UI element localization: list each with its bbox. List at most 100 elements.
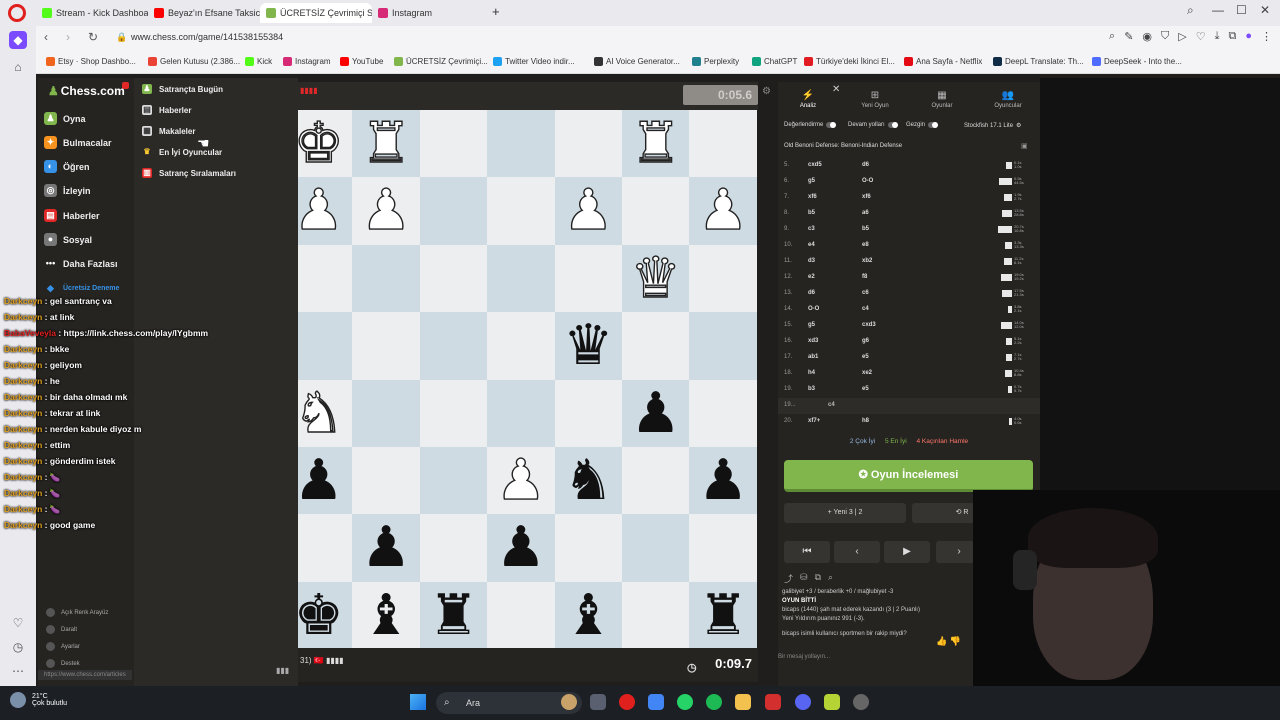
move-row[interactable]: 10. e4 e8 3.3s 13.3s [778, 238, 1040, 254]
white-move[interactable]: xd3 [808, 338, 818, 344]
new-game-button[interactable]: + Yeni 3 | 2 [784, 503, 906, 523]
workspace-icon[interactable]: ◆ [9, 31, 27, 49]
chess-piece[interactable]: ♟ [487, 447, 554, 514]
black-move[interactable]: d6 [862, 162, 869, 168]
move-row[interactable]: 8. b5 a6 13.5s 28.8s [778, 206, 1040, 222]
download-icon[interactable]: ⤓ [1215, 30, 1220, 43]
white-move[interactable]: g5 [808, 322, 815, 328]
board-square[interactable] [352, 447, 420, 515]
chess-piece[interactable]: ♚ [298, 110, 352, 177]
nav-more[interactable]: ••• Daha Fazlası [44, 257, 118, 270]
board-square[interactable] [622, 581, 690, 648]
move-row[interactable]: 14. O-O c4 3.8s 2.1s [778, 302, 1040, 318]
board-square[interactable] [419, 312, 488, 380]
nav-news[interactable]: ▤ Haberler [44, 209, 100, 222]
tab-kick-dashboard[interactable]: Stream - Kick Dashboard [36, 3, 148, 23]
board-square[interactable] [622, 447, 690, 515]
chess-piece[interactable]: ♟ [298, 177, 352, 244]
white-move[interactable]: c3 [808, 226, 815, 232]
board-square[interactable] [554, 514, 622, 582]
black-move[interactable]: c4 [862, 306, 869, 312]
export-icon[interactable]: ⧉ [815, 572, 821, 585]
share-icon[interactable]: ⤴ [784, 572, 793, 585]
download-pgn-icon[interactable]: ⛁ [800, 572, 808, 585]
chrome-taskbar-icon[interactable] [648, 694, 664, 710]
folder-taskbar-icon[interactable] [735, 694, 751, 710]
chess-piece[interactable]: ♚ [298, 582, 352, 648]
play-icon[interactable]: ▷ [1178, 30, 1186, 43]
file-explorer-icon[interactable] [590, 694, 606, 710]
white-move[interactable]: xf7+ [808, 418, 820, 424]
chess-piece[interactable]: ♜ [689, 582, 756, 648]
bookmark-instagram[interactable]: Instagram [283, 57, 331, 66]
submenu-news[interactable]: ▤ Haberler [142, 105, 191, 115]
nav-free-trial[interactable]: ◆ Ücretsiz Deneme [44, 282, 119, 295]
tab-instagram[interactable]: Instagram [372, 3, 484, 23]
discord-taskbar-icon[interactable] [795, 694, 811, 710]
extensions-icon[interactable]: ⧉ [1228, 30, 1236, 43]
game-review-button[interactable]: ✪ Oyun İncelemesi [784, 460, 1033, 492]
black-move[interactable]: g6 [862, 338, 869, 344]
first-move-button[interactable]: ⏮ [784, 541, 830, 563]
nav-puzzles[interactable]: ✦ Bulmacalar [44, 136, 112, 149]
chat-message-input[interactable]: Bir mesaj yollayın... [778, 654, 830, 660]
tab-youtube-video[interactable]: Beyaz'ın Efsane Taksici An [148, 3, 260, 23]
thumbs-down-icon[interactable]: 👎 [950, 636, 961, 646]
bookmark-sahibinden[interactable]: Türkiye'deki İkinci El... [804, 57, 895, 66]
board-square[interactable] [487, 110, 555, 178]
white-move[interactable]: b3 [808, 386, 815, 392]
obs-taskbar-icon[interactable] [853, 694, 869, 710]
forward-button[interactable]: › [66, 30, 70, 44]
tab-analysis[interactable]: ⚡ Analiz [778, 90, 838, 109]
shield-icon[interactable]: ⛉ [1161, 30, 1169, 43]
board-square[interactable] [554, 110, 622, 178]
move-row[interactable]: 17. ab1 e5 7.1s 2.7s [778, 350, 1040, 366]
edit-icon[interactable]: ✎ [1124, 30, 1133, 43]
board-square[interactable] [487, 581, 555, 648]
tab-chess-com[interactable]: ÜCRETSİZ Çevrimiçi Satra✕ [260, 3, 372, 23]
black-move[interactable]: xb2 [862, 258, 872, 264]
move-row[interactable]: 19. b3 e5 0.7s 5.7s [778, 382, 1040, 398]
white-move[interactable]: g5 [808, 178, 815, 184]
chess-piece[interactable]: ♞ [298, 380, 352, 447]
nav-play[interactable]: ♟ Oyna [44, 112, 86, 125]
chess-piece[interactable]: ♜ [622, 110, 689, 177]
evaluation-toggle[interactable]: Değerlendirme [784, 122, 837, 128]
board-square[interactable] [419, 177, 488, 245]
whatsapp-taskbar-icon[interactable] [677, 694, 693, 710]
move-row[interactable]: 9. c3 b5 20.7s 16.8s [778, 222, 1040, 238]
black-move[interactable]: xf6 [862, 194, 871, 200]
bookmark-kick[interactable]: Kick [245, 57, 272, 66]
board-square[interactable] [622, 177, 690, 245]
chess-piece[interactable]: ♟ [352, 177, 419, 244]
light-theme-toggle[interactable]: Açık Renk Arayüz [46, 608, 108, 617]
chess-piece[interactable]: ♛ [555, 312, 622, 379]
chat-text[interactable]: https://link.chess.com/play/lYgbmm [64, 328, 209, 338]
submenu-chess-today[interactable]: ♟ Satrançta Bugün [142, 84, 223, 94]
profile-icon[interactable]: ● [1245, 30, 1252, 43]
board-square[interactable] [419, 447, 488, 515]
submenu-articles[interactable]: ▦ Makaleler [142, 126, 195, 136]
close-window-button[interactable]: ✕ [1260, 3, 1270, 17]
board-square[interactable] [487, 312, 555, 380]
black-move[interactable]: a6 [862, 210, 869, 216]
bookmark-netflix[interactable]: Ana Sayfa - Netflix [904, 57, 982, 66]
windows-start-icon[interactable] [410, 694, 426, 710]
move-row[interactable]: 19... c4 [778, 398, 1040, 414]
board-settings-icon[interactable]: ⚙ [762, 86, 771, 97]
bookmark-deepl[interactable]: DeepL Translate: Th... [993, 57, 1084, 66]
move-row[interactable]: 15. g5 cxd3 14.0s 12.0s [778, 318, 1040, 334]
chess-piece[interactable]: ♟ [689, 177, 756, 244]
nav-watch[interactable]: ◎ İzleyin [44, 184, 91, 197]
bookmark-chess[interactable]: ÜCRETSİZ Çevrimiçi... [394, 57, 488, 66]
chess-piece[interactable]: ♟ [555, 177, 622, 244]
move-row[interactable]: 12. e2 f8 19.0s 19.2s [778, 270, 1040, 286]
board-square[interactable] [689, 110, 757, 178]
board-square[interactable] [689, 379, 757, 447]
tab-players[interactable]: 👥 Oyuncular [978, 90, 1038, 109]
opera-taskbar-icon[interactable] [619, 694, 635, 710]
board-square[interactable] [419, 379, 488, 447]
board-square[interactable] [487, 177, 555, 245]
engine-label[interactable]: Stockfish 17.1 Lite ⚙ [964, 122, 1021, 130]
weather-widget[interactable]: 21°C Çok bulutlu [10, 692, 67, 708]
